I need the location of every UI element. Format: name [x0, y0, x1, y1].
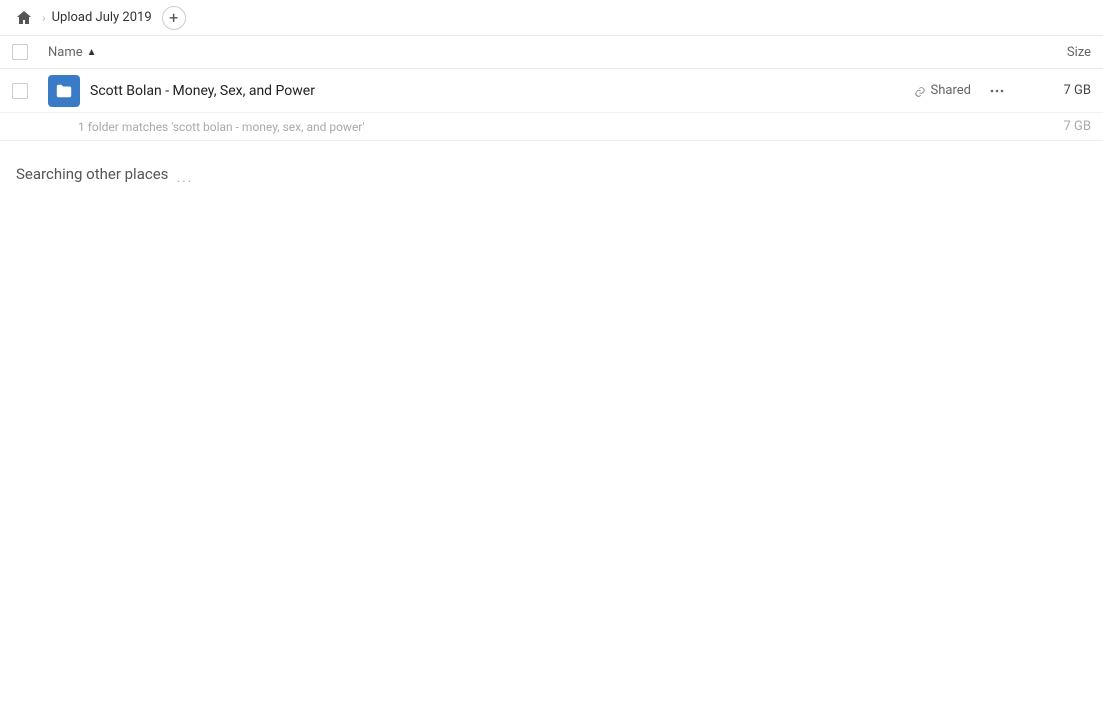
column-headers: Name ▲ Size	[0, 36, 1103, 69]
sort-indicator: ▲	[87, 47, 97, 58]
file-size: 7 GB	[1011, 83, 1091, 98]
shared-label: Shared	[931, 83, 971, 98]
file-row[interactable]: Scott Bolan - Money, Sex, and Power Shar…	[0, 69, 1103, 113]
file-name: Scott Bolan - Money, Sex, and Power	[90, 83, 913, 99]
select-all-checkbox[interactable]	[12, 44, 28, 60]
header-checkbox-col	[12, 44, 48, 60]
size-column-header: Size	[1011, 45, 1091, 60]
searching-section: Searching other places	[0, 141, 1103, 207]
breadcrumb-bar: › Upload July 2019 +	[0, 0, 1103, 36]
more-options-button[interactable]	[983, 77, 1011, 105]
shared-badge: Shared	[913, 83, 971, 98]
more-icon	[989, 83, 1005, 99]
folder-link-icon	[55, 82, 73, 100]
row-checkbox-col	[12, 83, 48, 99]
add-button[interactable]: +	[162, 6, 186, 30]
searching-dots	[176, 168, 196, 182]
sub-text: 1 folder matches 'scott bolan - money, s…	[78, 120, 1011, 134]
searching-label: Searching other places	[16, 165, 1087, 183]
link-icon	[913, 84, 927, 98]
file-icon	[48, 75, 80, 107]
sub-size: 7 GB	[1011, 119, 1091, 134]
home-button[interactable]	[12, 6, 36, 30]
sub-text-row: 1 folder matches 'scott bolan - money, s…	[0, 113, 1103, 141]
home-icon	[16, 10, 32, 26]
name-column-header[interactable]: Name ▲	[48, 45, 1011, 60]
file-actions: Shared	[913, 77, 1011, 105]
breadcrumb-current: Upload July 2019	[52, 10, 152, 25]
breadcrumb-separator: ›	[42, 11, 46, 25]
row-checkbox[interactable]	[12, 83, 28, 99]
